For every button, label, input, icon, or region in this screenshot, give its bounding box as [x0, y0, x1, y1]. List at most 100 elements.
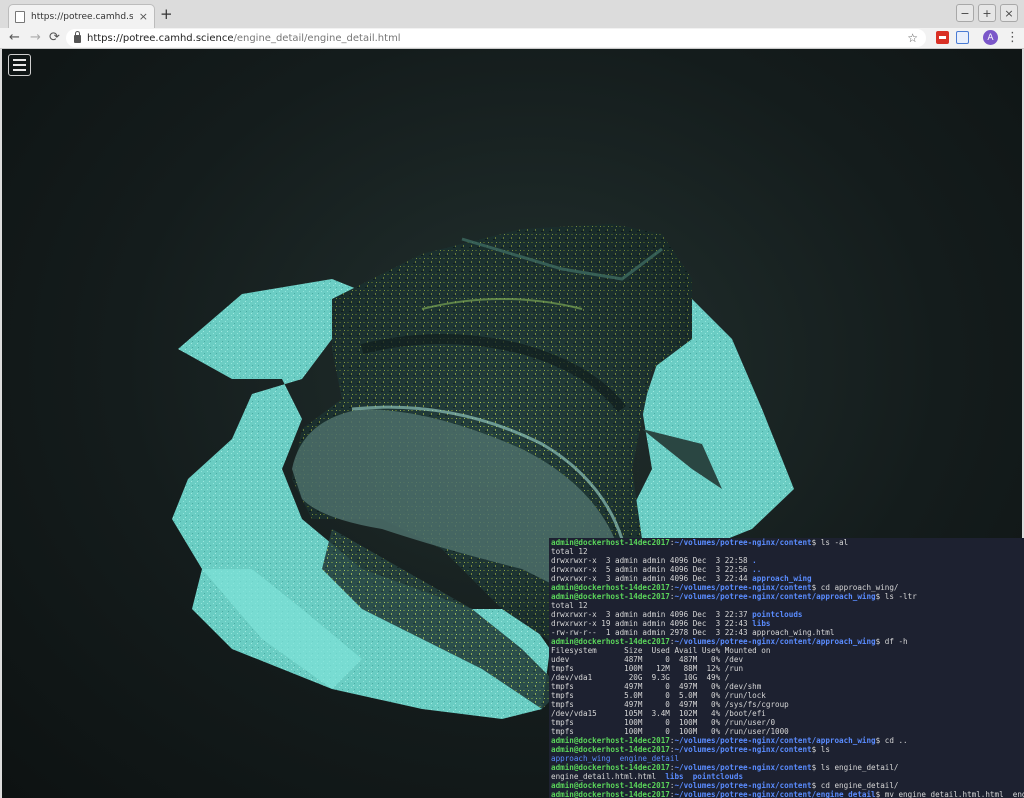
address-bar[interactable]: https://potree.camhd.science/engine_deta…	[66, 29, 926, 47]
document-icon	[15, 10, 25, 23]
prompt-user-host: admin@dockerhost-14dec2017	[551, 745, 670, 754]
prompt-directory: ~/volumes/potree-nginx/content/approach_…	[674, 592, 876, 601]
tab-bar: https://potree.camhd.science/e × + − + ×	[0, 0, 1024, 28]
profile-avatar[interactable]: A	[983, 30, 998, 45]
output-text: tmpfs 5.0M 0 5.0M 0% /run/lock	[551, 691, 766, 700]
prompt-directory: ~/volumes/potree-nginx/content	[674, 781, 812, 790]
directory-name: ..	[752, 565, 762, 574]
url-host: https://potree.camhd.science	[87, 32, 234, 44]
terminal-line: tmpfs 497M 0 497M 0% /sys/fs/cgroup	[551, 700, 1024, 709]
output-text: /dev/vda1 20G 9.3G 10G 49% /	[551, 673, 730, 682]
terminal-line: drwxrwxr-x 3 admin admin 4096 Dec 3 22:4…	[551, 574, 1024, 583]
tab-title: https://potree.camhd.science/e	[31, 11, 133, 22]
output-text: tmpfs 100M 0 100M 0% /run/user/1000	[551, 727, 789, 736]
terminal-line: -rw-rw-r-- 1 admin admin 2978 Dec 3 22:4…	[551, 628, 1024, 637]
output-text: udev 487M 0 487M 0% /dev	[551, 655, 744, 664]
directory-name: libs	[752, 619, 771, 628]
prompt-user-host: admin@dockerhost-14dec2017	[551, 781, 670, 790]
output-text: drwxrwxr-x 3 admin admin 4096 Dec 3 22:4…	[551, 574, 753, 583]
prompt-directory: ~/volumes/potree-nginx/content/engine_de…	[674, 790, 876, 798]
directory-name: .	[752, 556, 757, 565]
terminal-line: admin@dockerhost-14dec2017:~/volumes/pot…	[551, 745, 1024, 754]
output-text: -rw-rw-r-- 1 admin admin 2978 Dec 3 22:4…	[551, 628, 835, 637]
prompt-user-host: admin@dockerhost-14dec2017	[551, 583, 670, 592]
output-text: tmpfs 497M 0 497M 0% /dev/shm	[551, 682, 762, 691]
terminal-line: total 12	[551, 547, 1024, 556]
terminal-line: tmpfs 100M 12M 88M 12% /run	[551, 664, 1024, 673]
output-text: /dev/vda15 105M 3.4M 102M 4% /boot/efi	[551, 709, 766, 718]
terminal-line: /dev/vda1 20G 9.3G 10G 49% /	[551, 673, 1024, 682]
output-text: drwxrwxr-x 19 admin admin 4096 Dec 3 22:…	[551, 619, 753, 628]
command-text: cd engine_detail/	[816, 781, 899, 790]
command-text: df -h	[880, 637, 908, 646]
output-text: total 12	[551, 547, 588, 556]
command-text: ls -ltr	[880, 592, 917, 601]
terminal-line: admin@dockerhost-14dec2017:~/volumes/pot…	[551, 592, 1024, 601]
extension-red-icon[interactable]	[936, 31, 949, 44]
terminal-line: approach_wing engine_detail	[551, 754, 1024, 763]
browser-tab[interactable]: https://potree.camhd.science/e ×	[8, 4, 155, 28]
prompt-user-host: admin@dockerhost-14dec2017	[551, 592, 670, 601]
output-text: tmpfs 497M 0 497M 0% /sys/fs/cgroup	[551, 700, 789, 709]
terminal-line: /dev/vda15 105M 3.4M 102M 4% /boot/efi	[551, 709, 1024, 718]
terminal-line: drwxrwxr-x 19 admin admin 4096 Dec 3 22:…	[551, 619, 1024, 628]
output-text: tmpfs 100M 12M 88M 12% /run	[551, 664, 744, 673]
terminal-line: tmpfs 5.0M 0 5.0M 0% /run/lock	[551, 691, 1024, 700]
terminal-line: admin@dockerhost-14dec2017:~/volumes/pot…	[551, 637, 1024, 646]
extension-grid-icon[interactable]	[956, 31, 969, 44]
back-button[interactable]: ←	[9, 29, 20, 47]
tab-close-icon[interactable]: ×	[139, 10, 148, 23]
minimize-button[interactable]: −	[956, 4, 974, 22]
prompt-user-host: admin@dockerhost-14dec2017	[551, 763, 670, 772]
terminal-line: engine_detail.html.html libs pointclouds	[551, 772, 1024, 781]
terminal-line: tmpfs 100M 0 100M 0% /run/user/0	[551, 718, 1024, 727]
browser-menu-icon[interactable]: ⋮	[1006, 29, 1019, 47]
output-text: engine_detail.html.html	[551, 772, 666, 781]
prompt-user-host: admin@dockerhost-14dec2017	[551, 637, 670, 646]
prompt-directory: ~/volumes/potree-nginx/content/approach_…	[674, 637, 876, 646]
prompt-directory: ~/volumes/potree-nginx/content	[674, 745, 812, 754]
terminal-line: admin@dockerhost-14dec2017:~/volumes/pot…	[551, 763, 1024, 772]
terminal-line: drwxrwxr-x 3 admin admin 4096 Dec 3 22:3…	[551, 610, 1024, 619]
output-text: Filesystem Size Used Avail Use% Mounted …	[551, 646, 771, 655]
terminal-line: total 12	[551, 601, 1024, 610]
terminal-line: drwxrwxr-x 3 admin admin 4096 Dec 3 22:5…	[551, 556, 1024, 565]
terminal-line: admin@dockerhost-14dec2017:~/volumes/pot…	[551, 790, 1024, 798]
command-text: ls -al	[816, 538, 849, 547]
terminal-line: udev 487M 0 487M 0% /dev	[551, 655, 1024, 664]
terminal-window[interactable]: admin@dockerhost-14dec2017:~/volumes/pot…	[549, 538, 1024, 798]
prompt-directory: ~/volumes/potree-nginx/content/approach_…	[674, 736, 876, 745]
bookmark-star-icon[interactable]: ☆	[907, 31, 918, 45]
reload-button[interactable]: ⟳	[49, 29, 60, 47]
output-text: drwxrwxr-x 3 admin admin 4096 Dec 3 22:3…	[551, 610, 753, 619]
output-text: tmpfs 100M 0 100M 0% /run/user/0	[551, 718, 776, 727]
terminal-line: Filesystem Size Used Avail Use% Mounted …	[551, 646, 1024, 655]
output-text: total 12	[551, 601, 588, 610]
new-tab-button[interactable]: +	[160, 6, 173, 22]
terminal-line: tmpfs 100M 0 100M 0% /run/user/1000	[551, 727, 1024, 736]
directory-name: approach_wing	[752, 574, 812, 583]
lock-icon	[74, 31, 81, 43]
window-controls: − + ×	[956, 4, 1018, 22]
terminal-line: admin@dockerhost-14dec2017:~/volumes/pot…	[551, 583, 1024, 592]
command-text: cd approach_wing/	[816, 583, 899, 592]
terminal-line: tmpfs 497M 0 497M 0% /dev/shm	[551, 682, 1024, 691]
url-text[interactable]: https://potree.camhd.science/engine_deta…	[87, 33, 901, 44]
terminal-line: admin@dockerhost-14dec2017:~/volumes/pot…	[551, 736, 1024, 745]
prompt-user-host: admin@dockerhost-14dec2017	[551, 736, 670, 745]
prompt-directory: ~/volumes/potree-nginx/content	[674, 583, 812, 592]
directory-listing: libs pointclouds	[665, 772, 744, 781]
prompt-user-host: admin@dockerhost-14dec2017	[551, 538, 670, 547]
maximize-button[interactable]: +	[978, 4, 996, 22]
forward-button[interactable]: →	[30, 29, 41, 47]
prompt-user-host: admin@dockerhost-14dec2017	[551, 790, 670, 798]
terminal-line: admin@dockerhost-14dec2017:~/volumes/pot…	[551, 538, 1024, 547]
close-window-button[interactable]: ×	[1000, 4, 1018, 22]
terminal-line: admin@dockerhost-14dec2017:~/volumes/pot…	[551, 781, 1024, 790]
output-text: drwxrwxr-x 5 admin admin 4096 Dec 3 22:5…	[551, 565, 753, 574]
command-text: ls engine_detail/	[816, 763, 899, 772]
directory-name: pointclouds	[752, 610, 803, 619]
prompt-directory: ~/volumes/potree-nginx/content	[674, 763, 812, 772]
terminal-line: drwxrwxr-x 5 admin admin 4096 Dec 3 22:5…	[551, 565, 1024, 574]
output-text: drwxrwxr-x 3 admin admin 4096 Dec 3 22:5…	[551, 556, 753, 565]
